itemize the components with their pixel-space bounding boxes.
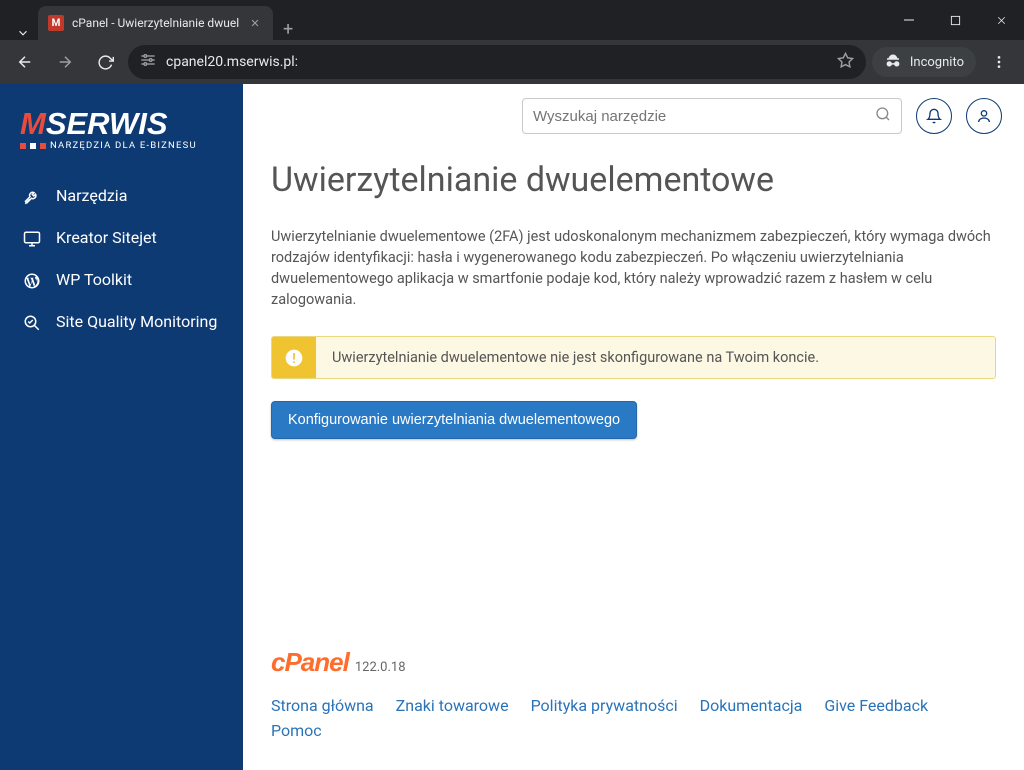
sidebar: MSERWIS NARZĘDZIA DLA E-BIZNESU Narzędzi… <box>0 84 243 770</box>
brand-square-icon <box>40 143 46 149</box>
sidebar-item-tools[interactable]: Narzędzia <box>0 175 243 217</box>
maximize-button[interactable] <box>932 0 978 40</box>
new-tab-button[interactable]: + <box>273 19 303 40</box>
browser-toolbar: cpanel20.mserwis.pl: Incognito <box>0 40 1024 84</box>
tab-title: cPanel - Uwierzytelnianie dwuel <box>72 16 239 30</box>
browser-menu-button[interactable] <box>982 45 1016 79</box>
footer-link-feedback[interactable]: Give Feedback <box>824 696 928 715</box>
back-button[interactable] <box>8 45 42 79</box>
exclamation-icon <box>284 348 304 368</box>
bookmark-star-icon[interactable] <box>837 52 854 73</box>
sidebar-item-wp-toolkit[interactable]: WP Toolkit <box>0 259 243 301</box>
brand-square-icon <box>20 143 26 149</box>
tab-strip: M cPanel - Uwierzytelnianie dwuel + <box>0 0 303 40</box>
tools-icon <box>22 187 42 207</box>
sidebar-item-label: Narzędzia <box>56 185 127 207</box>
reload-button[interactable] <box>88 45 122 79</box>
cpanel-wordmark: cPanel <box>271 647 349 678</box>
sidebar-item-site-quality[interactable]: Site Quality Monitoring <box>0 301 243 343</box>
notifications-button[interactable] <box>916 98 952 134</box>
page-title: Uwierzytelnianie dwuelementowe <box>271 160 996 200</box>
page: MSERWIS NARZĘDZIA DLA E-BIZNESU Narzędzi… <box>0 84 1024 770</box>
sidebar-item-label: WP Toolkit <box>56 269 132 291</box>
brand-rest: SERWIS <box>46 106 168 141</box>
footer-link-trademarks[interactable]: Znaki towarowe <box>396 696 509 715</box>
wordpress-icon <box>22 271 42 291</box>
brand-square-icon <box>30 143 36 149</box>
alert-icon-bar <box>272 337 316 378</box>
sidebar-item-label: Site Quality Monitoring <box>56 311 217 333</box>
incognito-badge[interactable]: Incognito <box>872 47 976 77</box>
footer-link-privacy[interactable]: Polityka prywatności <box>531 696 678 715</box>
cpanel-logo: cPanel 122.0.18 <box>271 647 996 678</box>
brand-m: M <box>20 106 46 141</box>
page-description: Uwierzytelnianie dwuelementowe (2FA) jes… <box>271 226 996 310</box>
warning-alert: Uwierzytelnianie dwuelementowe nie jest … <box>271 336 996 379</box>
topbar <box>243 84 1024 134</box>
browser-titlebar: M cPanel - Uwierzytelnianie dwuel + <box>0 0 1024 40</box>
sidebar-item-label: Kreator Sitejet <box>56 227 157 249</box>
close-window-button[interactable] <box>978 0 1024 40</box>
main: Uwierzytelnianie dwuelementowe Uwierzyte… <box>243 84 1024 770</box>
sidebar-item-sitejet[interactable]: Kreator Sitejet <box>0 217 243 259</box>
account-button[interactable] <box>966 98 1002 134</box>
bell-icon <box>926 108 942 124</box>
search-icon[interactable] <box>875 106 891 126</box>
incognito-label: Incognito <box>910 55 964 70</box>
url-text: cpanel20.mserwis.pl: <box>166 54 827 70</box>
magnifier-check-icon <box>22 313 42 333</box>
footer-link-help[interactable]: Pomoc <box>271 721 322 740</box>
brand-tagline: NARZĘDZIA DLA E-BIZNESU <box>50 140 197 151</box>
footer-link-docs[interactable]: Dokumentacja <box>700 696 803 715</box>
forward-button[interactable] <box>48 45 82 79</box>
search-box[interactable] <box>522 98 902 134</box>
brand-logo[interactable]: MSERWIS NARZĘDZIA DLA E-BIZNESU <box>0 100 243 175</box>
incognito-icon <box>884 53 902 71</box>
content: Uwierzytelnianie dwuelementowe Uwierzyte… <box>243 134 1024 647</box>
user-icon <box>976 108 992 124</box>
sidebar-nav: Narzędzia Kreator Sitejet WP Toolkit Sit… <box>0 175 243 343</box>
browser-tab[interactable]: M cPanel - Uwierzytelnianie dwuel <box>38 6 273 40</box>
tab-favicon: M <box>48 15 64 31</box>
search-input[interactable] <box>533 108 867 125</box>
footer-link-home[interactable]: Strona główna <box>271 696 374 715</box>
footer-links: Strona główna Znaki towarowe Polityka pr… <box>271 696 996 740</box>
site-settings-icon[interactable] <box>140 52 156 72</box>
footer: cPanel 122.0.18 Strona główna Znaki towa… <box>243 647 1024 770</box>
address-bar[interactable]: cpanel20.mserwis.pl: <box>128 45 866 79</box>
tabs-dropdown[interactable] <box>8 26 38 40</box>
minimize-button[interactable] <box>886 0 932 40</box>
cpanel-version: 122.0.18 <box>355 660 406 675</box>
configure-2fa-button[interactable]: Konfigurowanie uwierzytelniania dwueleme… <box>271 401 637 439</box>
window-controls <box>886 0 1024 40</box>
close-icon[interactable] <box>247 15 263 31</box>
alert-message: Uwierzytelnianie dwuelementowe nie jest … <box>316 337 835 378</box>
monitor-icon <box>22 229 42 249</box>
